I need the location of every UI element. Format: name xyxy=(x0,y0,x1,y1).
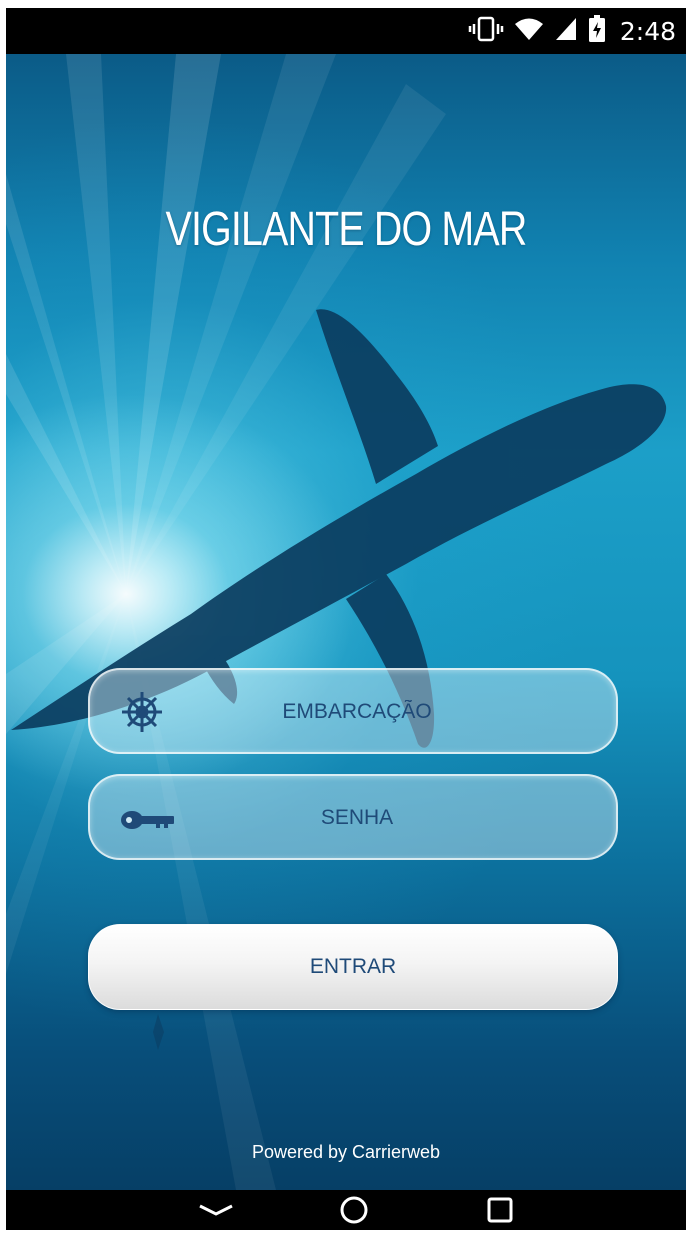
ship-wheel-icon xyxy=(120,690,164,734)
password-input[interactable] xyxy=(180,776,534,860)
nav-bar xyxy=(6,1190,686,1230)
back-icon[interactable] xyxy=(186,1192,246,1228)
status-time: 2:48 xyxy=(619,16,676,46)
home-icon[interactable] xyxy=(324,1192,384,1228)
status-icons: 2:48 xyxy=(468,8,676,54)
battery-charging-icon xyxy=(588,14,606,48)
status-bar: 2:48 xyxy=(6,8,686,54)
recents-icon[interactable] xyxy=(470,1192,530,1228)
phone-frame: 2:48 VIGILANTE DO MAR EMBARCAÇÃO ENTRAR … xyxy=(6,8,686,1230)
password-field[interactable] xyxy=(88,774,618,860)
vibrate-icon xyxy=(468,16,504,47)
wifi-icon xyxy=(514,16,544,47)
app-title: VIGILANTE DO MAR xyxy=(165,203,528,256)
powered-by-text: Powered by Carrierweb xyxy=(251,1142,441,1162)
vessel-input[interactable] xyxy=(180,670,534,754)
key-icon xyxy=(120,796,174,840)
vessel-field[interactable] xyxy=(88,668,618,754)
login-screen: VIGILANTE DO MAR EMBARCAÇÃO ENTRAR Power… xyxy=(6,54,686,1190)
login-button[interactable]: ENTRAR xyxy=(88,924,618,1010)
signal-icon xyxy=(554,16,578,47)
